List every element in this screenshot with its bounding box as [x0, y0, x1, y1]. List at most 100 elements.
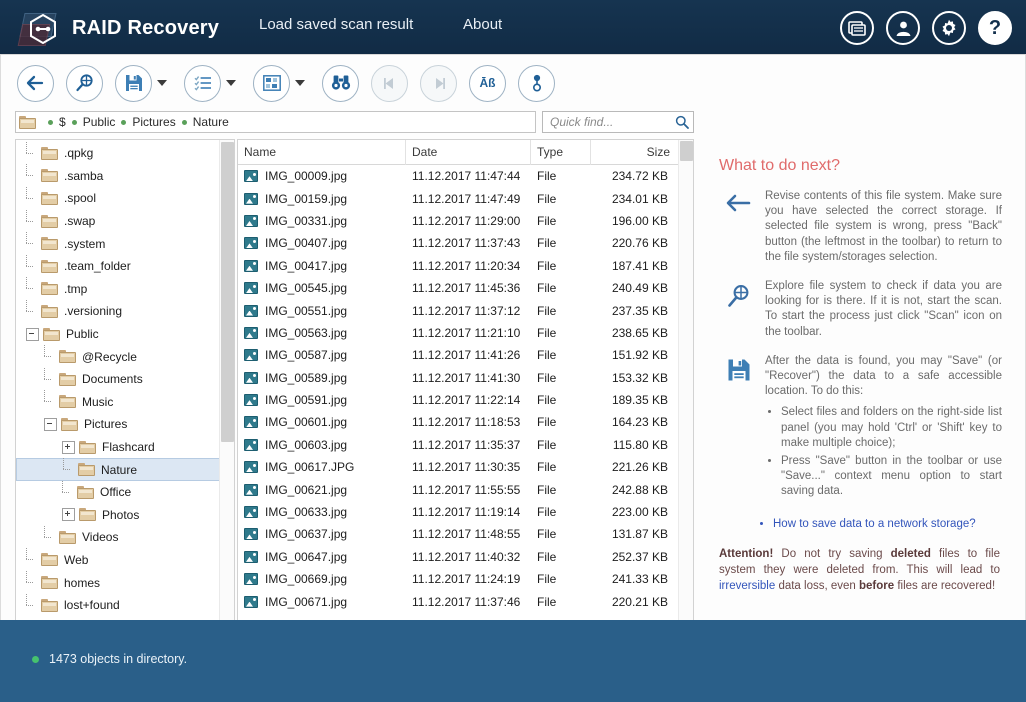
tree-item-public[interactable]: Public — [16, 323, 220, 346]
column-header-size[interactable]: Size — [591, 140, 676, 165]
table-row[interactable]: IMG_00563.jpg 11.12.2017 11:21:10 File 238.… — [238, 322, 678, 344]
table-row[interactable]: IMG_00621.jpg 11.12.2017 11:55:55 File 242.… — [238, 478, 678, 500]
tree-item-documents[interactable]: Documents — [16, 367, 220, 391]
tree-item-pictures[interactable]: Pictures — [16, 413, 220, 436]
expand-toggle-icon[interactable] — [62, 508, 75, 522]
file-list-scrollbar[interactable]: ▲ ▼ — [678, 140, 693, 658]
collapse-toggle-icon[interactable] — [44, 417, 57, 431]
column-header-type[interactable]: Type — [531, 140, 591, 165]
cell-date: 11.12.2017 11:18:53 — [412, 415, 521, 430]
cell-size: 234.01 KB — [611, 191, 668, 206]
image-file-icon — [244, 326, 258, 339]
list-view-dropdown-caret[interactable] — [226, 80, 236, 86]
table-row[interactable]: IMG_00669.jpg 11.12.2017 11:24:19 File 241.… — [238, 568, 678, 590]
folder-tree-panel[interactable]: .qpkg .samba .spool .swap .system .team_folde… — [15, 139, 235, 659]
account-button[interactable] — [518, 64, 555, 102]
cell-type: File — [537, 236, 557, 251]
tree-item-lost-found[interactable]: lost+found — [16, 593, 220, 617]
tree-item-system[interactable]: .system — [16, 232, 220, 255]
attention-lead: Attention! — [719, 547, 774, 560]
tree-item-spool[interactable]: .spool — [16, 186, 220, 210]
table-row[interactable]: IMG_00331.jpg 11.12.2017 11:29:00 File 196.… — [238, 210, 678, 232]
table-row[interactable]: IMG_00671.jpg 11.12.2017 11:37:46 File 220.… — [238, 590, 678, 612]
back-button[interactable] — [17, 64, 54, 102]
scan-button[interactable] — [66, 64, 103, 102]
collapse-toggle-icon[interactable] — [26, 327, 39, 341]
table-row[interactable]: IMG_00647.jpg 11.12.2017 11:40:32 File 252.… — [238, 546, 678, 568]
tile-view-button[interactable] — [253, 64, 290, 102]
table-row[interactable]: IMG_00591.jpg 11.12.2017 11:22:14 File 189.… — [238, 389, 678, 411]
search-input[interactable] — [548, 112, 670, 132]
attention-part1: Do not try saving — [773, 547, 891, 560]
attention-part4: files are recovered! — [894, 579, 996, 592]
table-row[interactable]: IMG_00601.jpg 11.12.2017 11:18:53 File 164.… — [238, 411, 678, 433]
load-saved-scan-result-link[interactable]: Load saved scan result — [259, 16, 413, 33]
breadcrumb-item-1[interactable]: Public — [66, 115, 116, 129]
tree-item-music[interactable]: Music — [16, 390, 220, 414]
table-row[interactable]: IMG_00633.jpg 11.12.2017 11:19:14 File 223.… — [238, 501, 678, 523]
network-storage-link[interactable]: How to save data to a network storage? — [773, 518, 976, 530]
list-view-button[interactable] — [184, 64, 221, 102]
tree-item-photos[interactable]: Photos — [16, 504, 220, 527]
network-storage-link-item[interactable]: How to save data to a network storage? — [773, 517, 1006, 532]
tree-item-team-folder[interactable]: .team_folder — [16, 254, 220, 278]
breadcrumb-item-3[interactable]: Nature — [176, 115, 229, 129]
table-row[interactable]: IMG_00617.JPG 11.12.2017 11:30:35 File 221.… — [238, 456, 678, 478]
file-list-panel[interactable]: Name Date Type Size IMG_00009.jpg 11.12.2… — [237, 139, 694, 659]
tree-item-swap[interactable]: .swap — [16, 209, 220, 233]
folder-icon — [41, 598, 58, 612]
search-icon[interactable] — [670, 112, 693, 132]
table-row[interactable]: IMG_00603.jpg 11.12.2017 11:35:37 File 115.… — [238, 434, 678, 456]
table-row[interactable]: IMG_00407.jpg 11.12.2017 11:37:43 File 220.… — [238, 232, 678, 254]
table-row[interactable]: IMG_00417.jpg 11.12.2017 11:20:34 File 187.… — [238, 255, 678, 277]
tree-item-flashcard[interactable]: Flashcard — [16, 436, 220, 459]
tree-item-office[interactable]: Office — [16, 480, 220, 504]
table-row[interactable]: IMG_00637.jpg 11.12.2017 11:48:55 File 131.… — [238, 523, 678, 545]
breadcrumb-item-2[interactable]: Pictures — [115, 115, 176, 129]
user-icon[interactable] — [886, 11, 920, 45]
tree-item-homes[interactable]: homes — [16, 571, 220, 594]
tree-scrollbar-thumb[interactable] — [221, 142, 234, 442]
feedback-icon[interactable] — [840, 11, 874, 45]
folder-icon — [41, 214, 58, 228]
tree-item-nature[interactable]: Nature — [16, 458, 220, 481]
tree-connector-icon — [26, 254, 37, 272]
table-row[interactable]: IMG_00009.jpg 11.12.2017 11:47:44 File 234.… — [238, 165, 678, 187]
table-row[interactable]: IMG_00545.jpg 11.12.2017 11:45:36 File 240.… — [238, 277, 678, 299]
find-button[interactable] — [322, 64, 359, 102]
help-block-explore: Explore file system to check if data you… — [713, 279, 1008, 340]
tree-item-qpkg[interactable]: .qpkg — [16, 141, 220, 165]
tree-scrollbar[interactable]: ▲ ▼ — [219, 140, 234, 658]
about-link[interactable]: About — [463, 16, 502, 33]
table-row[interactable]: IMG_00159.jpg 11.12.2017 11:47:49 File 234.… — [238, 187, 678, 209]
tree-item-tmp[interactable]: .tmp — [16, 277, 220, 301]
table-row[interactable]: IMG_00589.jpg 11.12.2017 11:41:30 File 153.… — [238, 367, 678, 389]
tree-item-videos[interactable]: Videos — [16, 525, 220, 549]
expand-toggle-icon[interactable] — [62, 440, 75, 454]
help-icon[interactable]: ? — [978, 11, 1012, 45]
find-next-button[interactable] — [420, 64, 457, 102]
quick-find-box[interactable] — [542, 111, 694, 133]
cell-name: IMG_00633.jpg — [238, 505, 406, 519]
file-list-scrollbar-thumb[interactable] — [680, 141, 693, 161]
table-row[interactable]: IMG_00551.jpg 11.12.2017 11:37:12 File 237.… — [238, 299, 678, 321]
tree-item-samba[interactable]: .samba — [16, 164, 220, 188]
save-button[interactable] — [115, 64, 152, 102]
gear-icon[interactable] — [932, 11, 966, 45]
breadcrumb[interactable]: $ Public Pictures Nature — [15, 111, 536, 133]
table-row[interactable]: IMG_00587.jpg 11.12.2017 11:41:26 File 151.… — [238, 344, 678, 366]
save-dropdown-caret[interactable] — [157, 80, 167, 86]
tile-view-dropdown-caret[interactable] — [295, 80, 305, 86]
tree-item-recycle[interactable]: @Recycle — [16, 345, 220, 368]
column-header-date[interactable]: Date — [406, 140, 531, 165]
encoding-button[interactable]: Āß — [469, 64, 506, 102]
column-header-name[interactable]: Name — [238, 140, 406, 165]
image-file-icon — [244, 371, 258, 384]
breadcrumb-label: Public — [82, 115, 116, 129]
tree-item-web[interactable]: Web — [16, 548, 220, 572]
find-previous-button[interactable] — [371, 64, 408, 102]
app-title: RAID Recovery — [72, 16, 220, 39]
tree-item-versioning[interactable]: .versioning — [16, 299, 220, 323]
breadcrumb-item-0[interactable]: $ — [42, 115, 66, 129]
image-file-icon — [244, 595, 258, 608]
